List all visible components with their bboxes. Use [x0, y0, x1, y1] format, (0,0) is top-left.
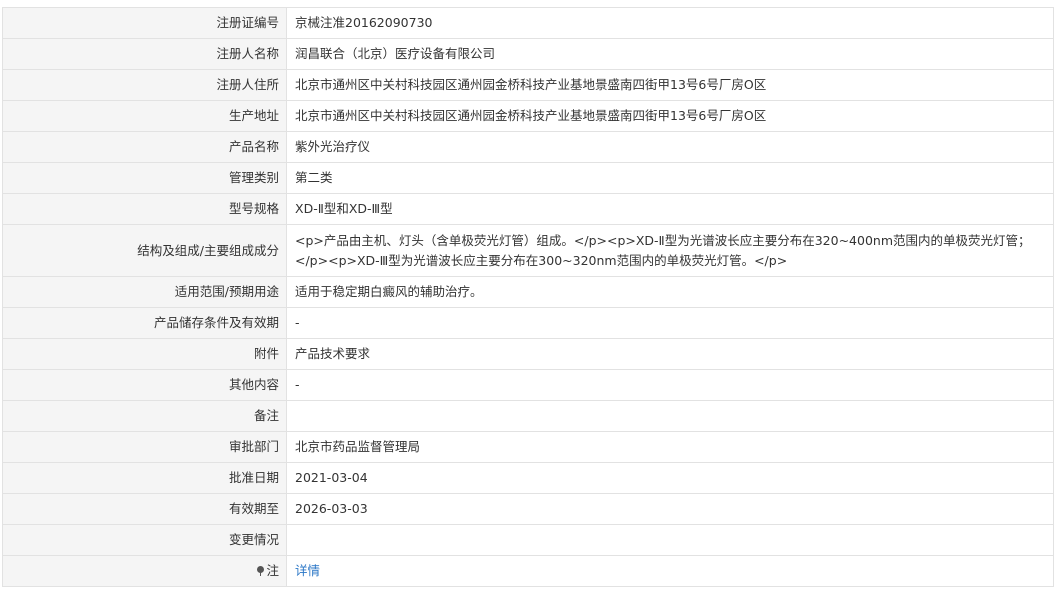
row-storage-validity: 产品储存条件及有效期 - — [2, 307, 1054, 339]
registration-info-table: 注册证编号 京械注准20162090730 注册人名称 润昌联合（北京）医疗设备… — [2, 7, 1054, 587]
field-label: 注册证编号 — [2, 7, 287, 39]
field-value: 2026-03-03 — [286, 493, 1054, 525]
row-other-content: 其他内容 - — [2, 369, 1054, 401]
field-label: 产品储存条件及有效期 — [2, 307, 287, 339]
row-approval-date: 批准日期 2021-03-04 — [2, 462, 1054, 494]
field-value: 北京市药品监督管理局 — [286, 431, 1054, 463]
details-link[interactable]: 详情 — [295, 563, 320, 578]
row-model-spec: 型号规格 XD-Ⅱ型和XD-Ⅲ型 — [2, 193, 1054, 225]
field-label: 备注 — [2, 400, 287, 432]
field-value — [286, 400, 1054, 432]
field-label: 附件 — [2, 338, 287, 370]
field-label: 注册人名称 — [2, 38, 287, 70]
field-value: 适用于稳定期白癜风的辅助治疗。 — [286, 276, 1054, 308]
field-value: <p>产品由主机、灯头（含单极荧光灯管）组成。</p><p>XD-Ⅱ型为光谱波长… — [286, 224, 1054, 277]
field-value: 第二类 — [286, 162, 1054, 194]
field-value: 紫外光治疗仪 — [286, 131, 1054, 163]
field-label: 批准日期 — [2, 462, 287, 494]
field-value — [286, 524, 1054, 556]
field-label: 生产地址 — [2, 100, 287, 132]
field-label: 管理类别 — [2, 162, 287, 194]
field-value: - — [286, 369, 1054, 401]
row-management-class: 管理类别 第二类 — [2, 162, 1054, 194]
field-label: 其他内容 — [2, 369, 287, 401]
note-value-cell: 详情 — [286, 555, 1054, 587]
row-note: 注 详情 — [2, 555, 1054, 587]
field-value: 京械注准20162090730 — [286, 7, 1054, 39]
row-attachment: 附件 产品技术要求 — [2, 338, 1054, 370]
field-value: 北京市通州区中关村科技园区通州园金桥科技产业基地景盛南四街甲13号6号厂房O区 — [286, 100, 1054, 132]
field-label: 有效期至 — [2, 493, 287, 525]
field-label: 结构及组成/主要组成成分 — [2, 224, 287, 277]
row-registration-number: 注册证编号 京械注准20162090730 — [2, 7, 1054, 39]
row-approval-department: 审批部门 北京市药品监督管理局 — [2, 431, 1054, 463]
field-label: 产品名称 — [2, 131, 287, 163]
field-label: 变更情况 — [2, 524, 287, 556]
field-value: 2021-03-04 — [286, 462, 1054, 494]
registration-detail-panel: 注册证编号 京械注准20162090730 注册人名称 润昌联合（北京）医疗设备… — [2, 7, 1054, 587]
row-registrant-name: 注册人名称 润昌联合（北京）医疗设备有限公司 — [2, 38, 1054, 70]
row-intended-use: 适用范围/预期用途 适用于稳定期白癜风的辅助治疗。 — [2, 276, 1054, 308]
field-label: 注册人住所 — [2, 69, 287, 101]
field-label: 审批部门 — [2, 431, 287, 463]
field-label: 适用范围/预期用途 — [2, 276, 287, 308]
pin-icon — [256, 566, 265, 576]
field-value: - — [286, 307, 1054, 339]
row-change-history: 变更情况 — [2, 524, 1054, 556]
field-value: 北京市通州区中关村科技园区通州园金桥科技产业基地景盛南四街甲13号6号厂房O区 — [286, 69, 1054, 101]
row-valid-until: 有效期至 2026-03-03 — [2, 493, 1054, 525]
row-registrant-address: 注册人住所 北京市通州区中关村科技园区通州园金桥科技产业基地景盛南四街甲13号6… — [2, 69, 1054, 101]
field-value: XD-Ⅱ型和XD-Ⅲ型 — [286, 193, 1054, 225]
field-value: 产品技术要求 — [286, 338, 1054, 370]
field-value: 润昌联合（北京）医疗设备有限公司 — [286, 38, 1054, 70]
row-product-name: 产品名称 紫外光治疗仪 — [2, 131, 1054, 163]
field-label: 型号规格 — [2, 193, 287, 225]
row-production-address: 生产地址 北京市通州区中关村科技园区通州园金桥科技产业基地景盛南四街甲13号6号… — [2, 100, 1054, 132]
row-structure-composition: 结构及组成/主要组成成分 <p>产品由主机、灯头（含单极荧光灯管）组成。</p>… — [2, 224, 1054, 277]
note-label-cell: 注 — [2, 555, 287, 587]
row-remarks: 备注 — [2, 400, 1054, 432]
note-label: 注 — [266, 563, 279, 578]
